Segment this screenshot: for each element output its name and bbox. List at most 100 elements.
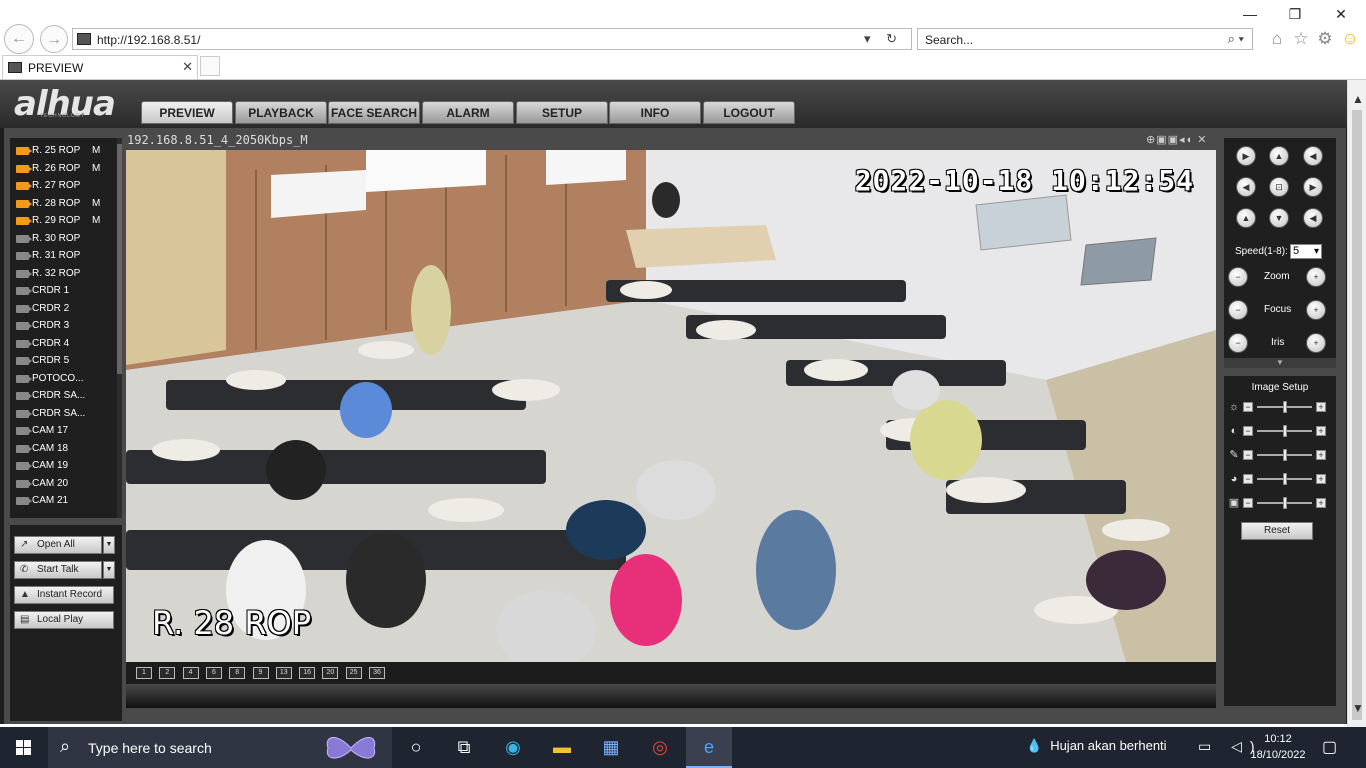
nav-tab-logout[interactable]: LOGOUT	[703, 101, 795, 124]
browser-tab[interactable]: PREVIEW ✕	[2, 55, 198, 79]
focus-plus-icon[interactable]: +	[1306, 300, 1326, 320]
channel-item[interactable]: CAM 21	[10, 492, 122, 510]
channel-item[interactable]: CRDR SA...	[10, 405, 122, 423]
address-tools[interactable]: ▾ ↻	[864, 31, 903, 47]
decrease-button[interactable]: −	[1243, 426, 1253, 436]
forward-button[interactable]: →	[40, 25, 68, 53]
iris-minus-icon[interactable]: −	[1228, 333, 1248, 353]
slider-knob[interactable]	[1282, 401, 1287, 413]
nav-tab-info[interactable]: INFO	[609, 101, 701, 124]
browser-vertical-scrollbar[interactable]: ▲ ▼	[1347, 80, 1366, 727]
nav-tab-playback[interactable]: PLAYBACK	[235, 101, 327, 124]
ptz-up-right-icon[interactable]: ◀	[1303, 146, 1323, 166]
channel-list-scrollbar[interactable]	[117, 138, 122, 518]
ptz-up-icon[interactable]: ▲	[1269, 146, 1289, 166]
home-icon[interactable]: ⌂	[1266, 28, 1288, 50]
layout-button[interactable]: 20	[322, 667, 339, 679]
notification-icon[interactable]: ▢	[1322, 737, 1337, 757]
favorites-star-icon[interactable]: ☆	[1290, 28, 1312, 50]
restore-button[interactable]: ❐	[1280, 4, 1310, 26]
increase-button[interactable]: +	[1316, 402, 1326, 412]
smiley-feedback-icon[interactable]: ☺	[1339, 28, 1361, 50]
channel-item[interactable]: R. 26 ROP M	[10, 160, 122, 178]
ptz-left-icon[interactable]: ◀	[1236, 177, 1256, 197]
channel-item[interactable]: CAM 20	[10, 475, 122, 493]
increase-button[interactable]: +	[1316, 498, 1326, 508]
channel-item[interactable]: R. 25 ROP M	[10, 142, 122, 160]
channel-item[interactable]: CAM 17	[10, 422, 122, 440]
close-window-button[interactable]: ✕	[1326, 4, 1356, 26]
increase-button[interactable]: +	[1316, 474, 1326, 484]
weather-widget[interactable]: 💧 Hujan akan berhenti	[1026, 738, 1167, 754]
layout-button[interactable]: 16	[299, 667, 316, 679]
channel-item[interactable]: R. 28 ROP M	[10, 195, 122, 213]
layout-button[interactable]: 9	[252, 667, 269, 679]
slider-knob[interactable]	[1282, 473, 1287, 485]
layout-button[interactable]: 2	[159, 667, 176, 679]
settings-gear-icon[interactable]: ⚙	[1314, 28, 1336, 50]
open-all-dropdown[interactable]: ▼	[103, 536, 115, 554]
slider-knob[interactable]	[1282, 497, 1287, 509]
focus-minus-icon[interactable]: −	[1228, 300, 1248, 320]
zoom-in-icon[interactable]: +	[1306, 267, 1326, 287]
ptz-right-icon[interactable]: ▶	[1303, 177, 1323, 197]
instant-record-button[interactable]: ▲ Instant Record	[14, 586, 114, 604]
ptz-collapse-toggle[interactable]: ▼	[1224, 358, 1336, 368]
nav-tab-alarm[interactable]: ALARM	[422, 101, 514, 124]
taskbar-clock[interactable]: 10:12 18/10/2022	[1248, 731, 1308, 763]
channel-item[interactable]: CAM 19	[10, 457, 122, 475]
chrome-icon[interactable]: ◎	[637, 727, 683, 768]
taskbar-search[interactable]: ⌕ Type here to search	[48, 727, 392, 768]
nav-tab-setup[interactable]: SETUP	[516, 101, 608, 124]
ptz-down-icon[interactable]: ▼	[1269, 208, 1289, 228]
start-talk-button[interactable]: ✆ Start Talk	[14, 561, 102, 579]
back-button[interactable]: ←	[4, 24, 34, 54]
reset-button[interactable]: Reset	[1241, 522, 1313, 540]
channel-item[interactable]: CRDR 3	[10, 317, 122, 335]
layout-button[interactable]: 4	[182, 667, 199, 679]
ptz-down-right-icon[interactable]: ◀	[1303, 208, 1323, 228]
channel-item[interactable]: R. 29 ROP M	[10, 212, 122, 230]
scroll-thumb[interactable]	[1352, 110, 1362, 720]
zoom-out-icon[interactable]: −	[1228, 267, 1248, 287]
decrease-button[interactable]: −	[1243, 498, 1253, 508]
start-talk-dropdown[interactable]: ▼	[103, 561, 115, 579]
video-window-tools[interactable]: ⊕▣▣◂◖ ✕	[1146, 133, 1207, 146]
ptz-up-left-icon[interactable]: ▶	[1236, 146, 1256, 166]
decrease-button[interactable]: −	[1243, 402, 1253, 412]
channel-item[interactable]: R. 31 ROP	[10, 247, 122, 265]
edge-icon[interactable]: ◉	[490, 727, 536, 768]
increase-button[interactable]: +	[1316, 450, 1326, 460]
layout-button[interactable]: 8	[229, 667, 246, 679]
channel-item[interactable]: R. 30 ROP	[10, 230, 122, 248]
layout-button[interactable]: 6	[205, 667, 222, 679]
increase-button[interactable]: +	[1316, 426, 1326, 436]
internet-explorer-icon[interactable]: e	[686, 727, 732, 768]
nav-tab-preview[interactable]: PREVIEW	[141, 101, 233, 124]
search-icon[interactable]: ⌕ ▾	[1228, 31, 1244, 47]
browser-search-box[interactable]: Search... ⌕ ▾	[917, 28, 1253, 50]
channel-item[interactable]: R. 32 ROP	[10, 265, 122, 283]
file-explorer-icon[interactable]: ▬	[539, 727, 585, 768]
ptz-center-icon[interactable]: ⊡	[1269, 177, 1289, 197]
scroll-down-icon[interactable]: ▼	[1352, 701, 1364, 715]
channel-item[interactable]: CRDR 5	[10, 352, 122, 370]
layout-button[interactable]: 1	[136, 667, 152, 679]
store-icon[interactable]: ▦	[588, 727, 634, 768]
slider-knob[interactable]	[1282, 425, 1287, 437]
iris-plus-icon[interactable]: +	[1306, 333, 1326, 353]
channel-item[interactable]: POTOCO...	[10, 370, 122, 388]
task-view-icon[interactable]: ⧉	[441, 727, 487, 768]
layout-button[interactable]: 36	[369, 667, 385, 679]
local-play-button[interactable]: ▤ Local Play	[14, 611, 114, 629]
address-bar[interactable]: http://192.168.8.51/ ▾ ↻	[72, 28, 912, 50]
speed-select[interactable]: 5	[1290, 244, 1322, 259]
scroll-up-icon[interactable]: ▲	[1352, 92, 1364, 106]
channel-item[interactable]: CRDR 2	[10, 300, 122, 318]
open-all-button[interactable]: ↗ Open All	[14, 536, 102, 554]
layout-button[interactable]: 13	[275, 667, 292, 679]
slider-knob[interactable]	[1282, 449, 1287, 461]
channel-item[interactable]: CRDR 1	[10, 282, 122, 300]
channel-item[interactable]: CRDR SA...	[10, 387, 122, 405]
camera-video[interactable]: 2022-10-18 10:12:54 R. 28 ROP	[126, 150, 1216, 662]
